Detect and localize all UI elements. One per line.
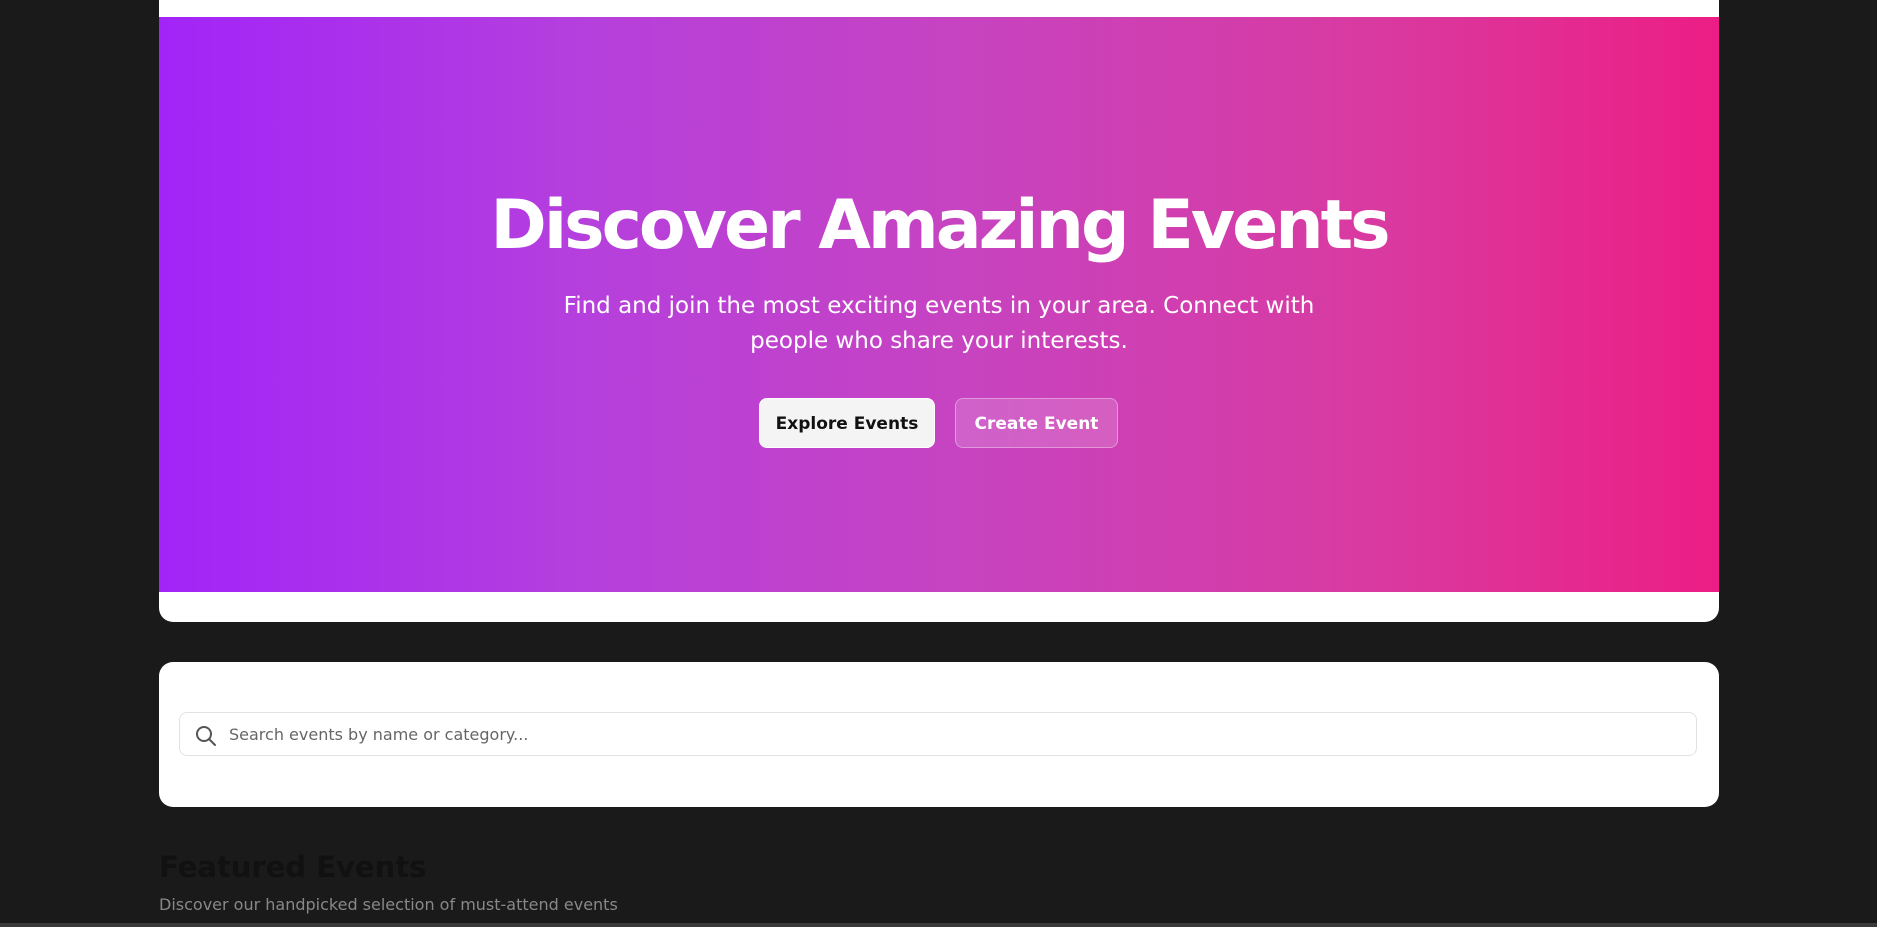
hero-banner: Discover Amazing Events Find and join th… bbox=[159, 17, 1719, 592]
featured-events-title: Featured Events bbox=[159, 850, 427, 884]
hero-card: Discover Amazing Events Find and join th… bbox=[159, 0, 1719, 622]
search-input[interactable] bbox=[229, 713, 1679, 755]
search-icon bbox=[194, 724, 218, 748]
featured-events-subtitle: Discover our handpicked selection of mus… bbox=[159, 895, 618, 914]
create-event-button[interactable]: Create Event bbox=[955, 398, 1118, 448]
hero-subtitle: Find and join the most exciting events i… bbox=[563, 293, 1315, 354]
page: Discover Amazing Events Find and join th… bbox=[0, 0, 1877, 927]
explore-events-button[interactable]: Explore Events bbox=[759, 398, 935, 448]
bottom-edge bbox=[0, 923, 1877, 927]
search-card bbox=[159, 662, 1719, 807]
hero-title: Discover Amazing Events bbox=[490, 186, 1390, 265]
search-box[interactable] bbox=[179, 712, 1697, 756]
